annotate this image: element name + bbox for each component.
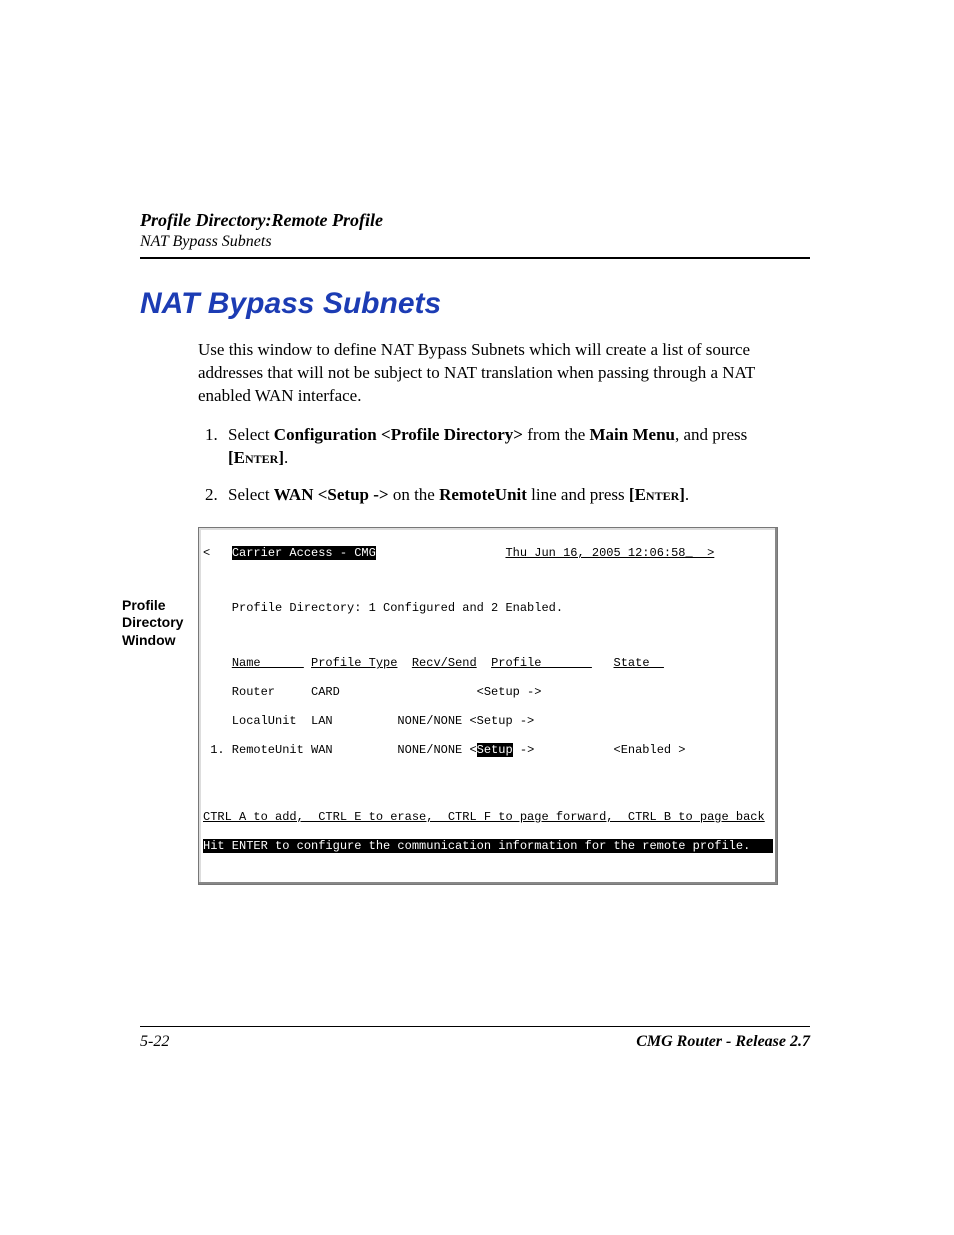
terminal-row-router: Router CARD <Setup -> xyxy=(203,685,773,699)
terminal-titlebar: < Carrier Access - CMG Thu Jun 16, 2005 … xyxy=(203,546,773,560)
header-rule xyxy=(140,257,810,259)
steps-list: Select Configuration <Profile Directory>… xyxy=(198,424,810,507)
section-title: NAT Bypass Subnets xyxy=(140,287,810,321)
terminal-screenshot: < Carrier Access - CMG Thu Jun 16, 2005 … xyxy=(198,527,778,885)
page-number: 5-22 xyxy=(140,1033,169,1051)
terminal-row-localunit: LocalUnit LAN NONE/NONE <Setup -> xyxy=(203,714,773,728)
running-header-subtitle: NAT Bypass Subnets xyxy=(140,233,810,251)
terminal-enter-hint: Hit ENTER to configure the communication… xyxy=(203,839,773,853)
intro-paragraph: Use this window to define NAT Bypass Sub… xyxy=(198,339,810,408)
terminal-headers: Name Profile Type Recv/Send Profile Stat… xyxy=(203,656,773,670)
terminal-ctrl-hints: CTRL A to add, CTRL E to erase, CTRL F t… xyxy=(203,810,773,824)
terminal-row-remoteunit: 1. RemoteUnit WAN NONE/NONE <Setup -> <E… xyxy=(203,743,773,757)
terminal-status: Profile Directory: 1 Configured and 2 En… xyxy=(203,601,773,615)
step-2: Select WAN <Setup -> on the RemoteUnit l… xyxy=(222,484,810,507)
step-1: Select Configuration <Profile Directory>… xyxy=(222,424,810,470)
product-footer: CMG Router - Release 2.7 xyxy=(636,1033,810,1051)
figure-caption: Profile Directory Window xyxy=(122,597,192,650)
footer-rule xyxy=(140,1026,810,1027)
running-header-title: Profile Directory:Remote Profile xyxy=(140,210,810,231)
